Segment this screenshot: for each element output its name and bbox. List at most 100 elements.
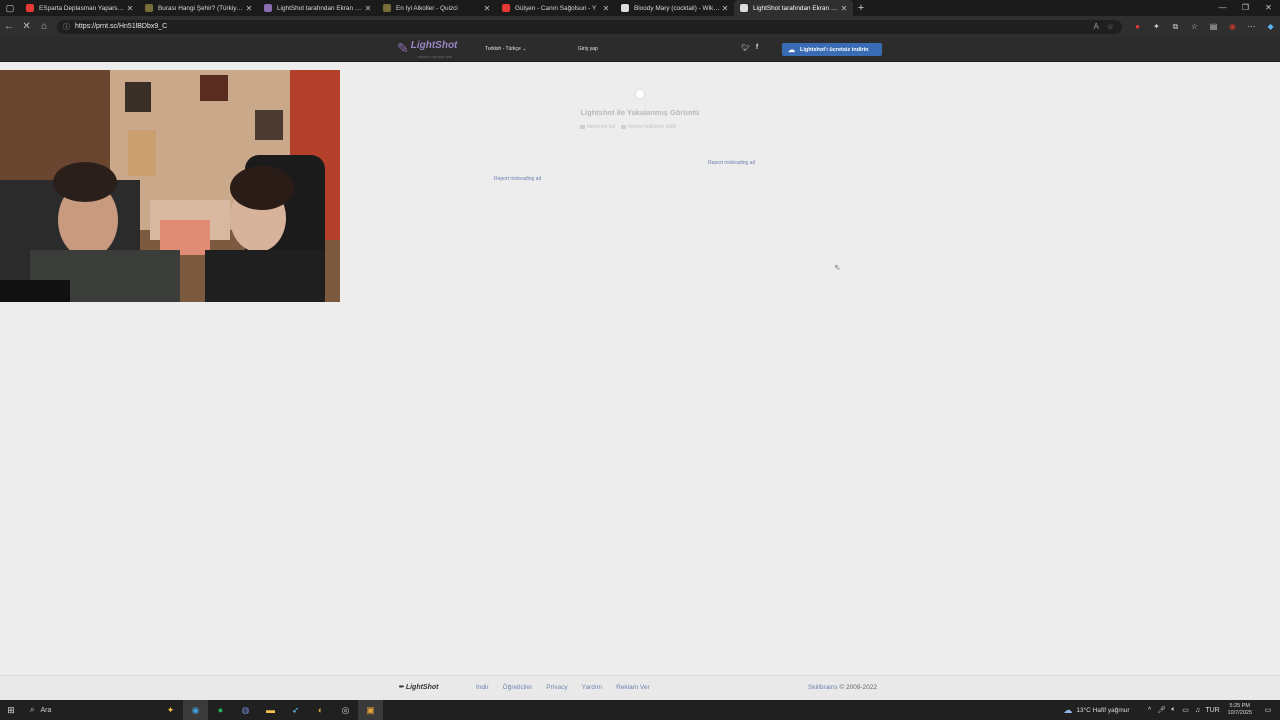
game-launcher-icon[interactable]: ◐ (308, 700, 333, 720)
start-button[interactable]: ⊞ (0, 705, 22, 716)
close-window-button[interactable]: ✕ (1257, 0, 1280, 16)
file-explorer-icon[interactable]: ▬ (258, 700, 283, 720)
tab-title: ESparta Deplasman Yaparsa ( abi (39, 4, 125, 12)
window-controls: — ❐ ✕ (1211, 0, 1280, 16)
tab-favicon-icon (145, 4, 153, 12)
browser-tab[interactable]: Bloody Mary (cocktail) - Wikipedi ✕ (615, 0, 734, 16)
site-info-icon[interactable]: ⓘ (63, 22, 70, 32)
microphone-icon[interactable]: 🎤︎ (1156, 706, 1168, 714)
tab-favicon-icon (26, 4, 34, 12)
obs-icon[interactable]: ◎ (333, 700, 358, 720)
input-language[interactable]: TUR (1204, 707, 1222, 714)
browser-tab[interactable]: ESparta Deplasman Yaparsa ( abi✕ (20, 0, 139, 16)
notification-icon[interactable]: ▭ (1262, 706, 1274, 714)
tab-actions-icon[interactable]: ▢ (0, 0, 20, 16)
webcam-overlay (0, 70, 340, 302)
twitter-icon[interactable]: 🐦︎ (741, 44, 750, 52)
steam-icon[interactable]: ➶ (283, 700, 308, 720)
home-button[interactable]: ⌂ (35, 21, 53, 32)
streaming-app-icon[interactable]: ▣ (358, 700, 383, 720)
social-links: 🐦︎ f (741, 44, 758, 52)
new-tab-button[interactable]: + (853, 2, 869, 14)
favorite-star-icon[interactable]: ☆ (1107, 22, 1114, 31)
copilot-sparkle-icon[interactable]: ✦ (158, 700, 183, 720)
copyright: Skillbrains © 2009-2022 (808, 684, 877, 691)
browser-tab[interactable]: Gülşen - Canın Sağolsun - Y ✕ (496, 0, 615, 16)
taskbar-search[interactable]: ⌕ Ara (22, 705, 132, 715)
speaker-icon[interactable]: 🔈︎ (1168, 706, 1180, 714)
headset-icon[interactable]: ♫ (1192, 707, 1204, 714)
minimize-button[interactable]: — (1211, 0, 1234, 16)
network-icon[interactable]: ▭ (1180, 706, 1192, 714)
favorites-icon[interactable]: ☆ (1185, 22, 1204, 32)
report-misleading-ad-link[interactable]: Report misleading ad (494, 176, 541, 182)
discord-icon[interactable]: ◍ (233, 700, 258, 720)
lightshot-logo[interactable]: ✎ LightShot screen capture tool (397, 40, 458, 60)
image-icon (580, 124, 585, 129)
address-bar[interactable]: ⓘ https://prnt.sc/Hn51lBDbx9_C A ☆ (57, 19, 1123, 34)
read-aloud-icon[interactable]: A (1094, 22, 1099, 31)
extension-icon[interactable]: ● (1128, 22, 1147, 32)
clock-date: 10/7/2025 (1227, 710, 1252, 716)
browser-tab[interactable]: Burası Hangi Şehir? (Türkiye) - Qu✕ (139, 0, 258, 16)
footer-logo[interactable]: ✒ LightShot (398, 683, 438, 691)
taskbar-apps: ✦ ◉ ● ◍ ▬ ➶ ◐ ◎ ▣ (158, 700, 383, 720)
tab-favicon-icon (621, 4, 629, 12)
settings-more-icon[interactable]: ⋯ (1242, 22, 1261, 32)
edge-browser-icon[interactable]: ◉ (183, 700, 208, 720)
split-screen-icon[interactable]: ⧉ (1166, 22, 1185, 32)
reload-button[interactable]: ✕ (18, 21, 36, 32)
clock[interactable]: 5:25 PM 10/7/2025 (1228, 703, 1252, 717)
footer-link[interactable]: İndir (476, 684, 489, 691)
tab-favicon-icon (502, 4, 510, 12)
copilot-icon[interactable]: ◆ (1261, 22, 1280, 32)
skillbrains-link[interactable]: Skillbrains (808, 684, 838, 691)
report-misleading-ad-link[interactable]: Report misleading ad (708, 160, 755, 166)
footer-logo-name: LightShot (405, 684, 439, 691)
close-tab-icon[interactable]: ✕ (244, 4, 254, 13)
login-link[interactable]: Giriş yap (578, 46, 598, 52)
download-cloud-icon: ☁ (788, 46, 795, 54)
footer-link[interactable]: Yardım (582, 684, 602, 691)
footer-link[interactable]: Reklam Ver (616, 684, 650, 691)
close-tab-icon[interactable]: ✕ (125, 4, 135, 13)
search-placeholder: Ara (40, 706, 52, 714)
profile-avatar[interactable]: ◉ (1223, 22, 1242, 32)
cloud-icon: ☁ (1063, 704, 1073, 715)
spotify-icon[interactable]: ● (208, 700, 233, 720)
screenshot-actions: benzerini bul kötüye kullanımı bildir (580, 124, 676, 130)
close-tab-icon[interactable]: ✕ (482, 4, 492, 13)
back-button[interactable]: ← (0, 21, 18, 32)
browser-tab[interactable]: LightShot tarafından Ekran Görünt✕ (258, 0, 377, 16)
footer-links: İndir Öğreticiler Privacy Yardım Reklam Ver (476, 684, 664, 691)
footer-link[interactable]: Öğreticiler (503, 684, 533, 691)
close-tab-icon[interactable]: ✕ (601, 4, 611, 13)
webcam-image (0, 70, 340, 302)
close-tab-icon[interactable]: ✕ (720, 4, 730, 13)
search-icon: ⌕ (30, 705, 35, 714)
copyright-text: © 2009-2022 (839, 684, 878, 691)
loading-spinner (636, 90, 644, 98)
browser-tab[interactable]: LightShot tarafından Ekran Görün✕ (734, 0, 853, 16)
find-similar-label: benzerini bul (587, 124, 616, 130)
logo-name: LightShot (410, 40, 458, 51)
close-tab-icon[interactable]: ✕ (363, 4, 373, 13)
language-label: Turkish - Türkçe (485, 46, 521, 52)
close-tab-icon[interactable]: ✕ (839, 4, 849, 13)
language-selector[interactable]: Turkish - Türkçe ⌄ (485, 46, 526, 52)
clock-time: 5:25 PM (1229, 703, 1250, 709)
chevron-up-icon[interactable]: ^ (1144, 707, 1156, 714)
footer-link[interactable]: Privacy (546, 684, 567, 691)
restore-button[interactable]: ❐ (1234, 0, 1257, 16)
find-similar-link[interactable]: benzerini bul (580, 124, 615, 130)
weather-widget[interactable]: ☁ 13°C Hafif yağmur (1063, 705, 1129, 716)
extensions-icon[interactable]: ✦ (1147, 22, 1166, 32)
browser-tab[interactable]: En İyi Alkoller - Quizci ✕ (377, 0, 496, 16)
tab-favicon-icon (383, 4, 391, 12)
browser-tab-strip: ▢ ESparta Deplasman Yaparsa ( abi✕Burası… (0, 0, 1280, 16)
facebook-icon[interactable]: f (756, 44, 758, 52)
system-tray: ☁ 13°C Hafif yağmur ^ 🎤︎ 🔈︎ ▭ ♫ TUR 5:25… (1063, 700, 1280, 720)
report-abuse-link[interactable]: kötüye kullanımı bildir (621, 124, 676, 130)
collections-icon[interactable]: ▤ (1204, 22, 1223, 32)
download-button[interactable]: ☁ Lightshot'ı ücretsiz indirin (782, 43, 882, 56)
